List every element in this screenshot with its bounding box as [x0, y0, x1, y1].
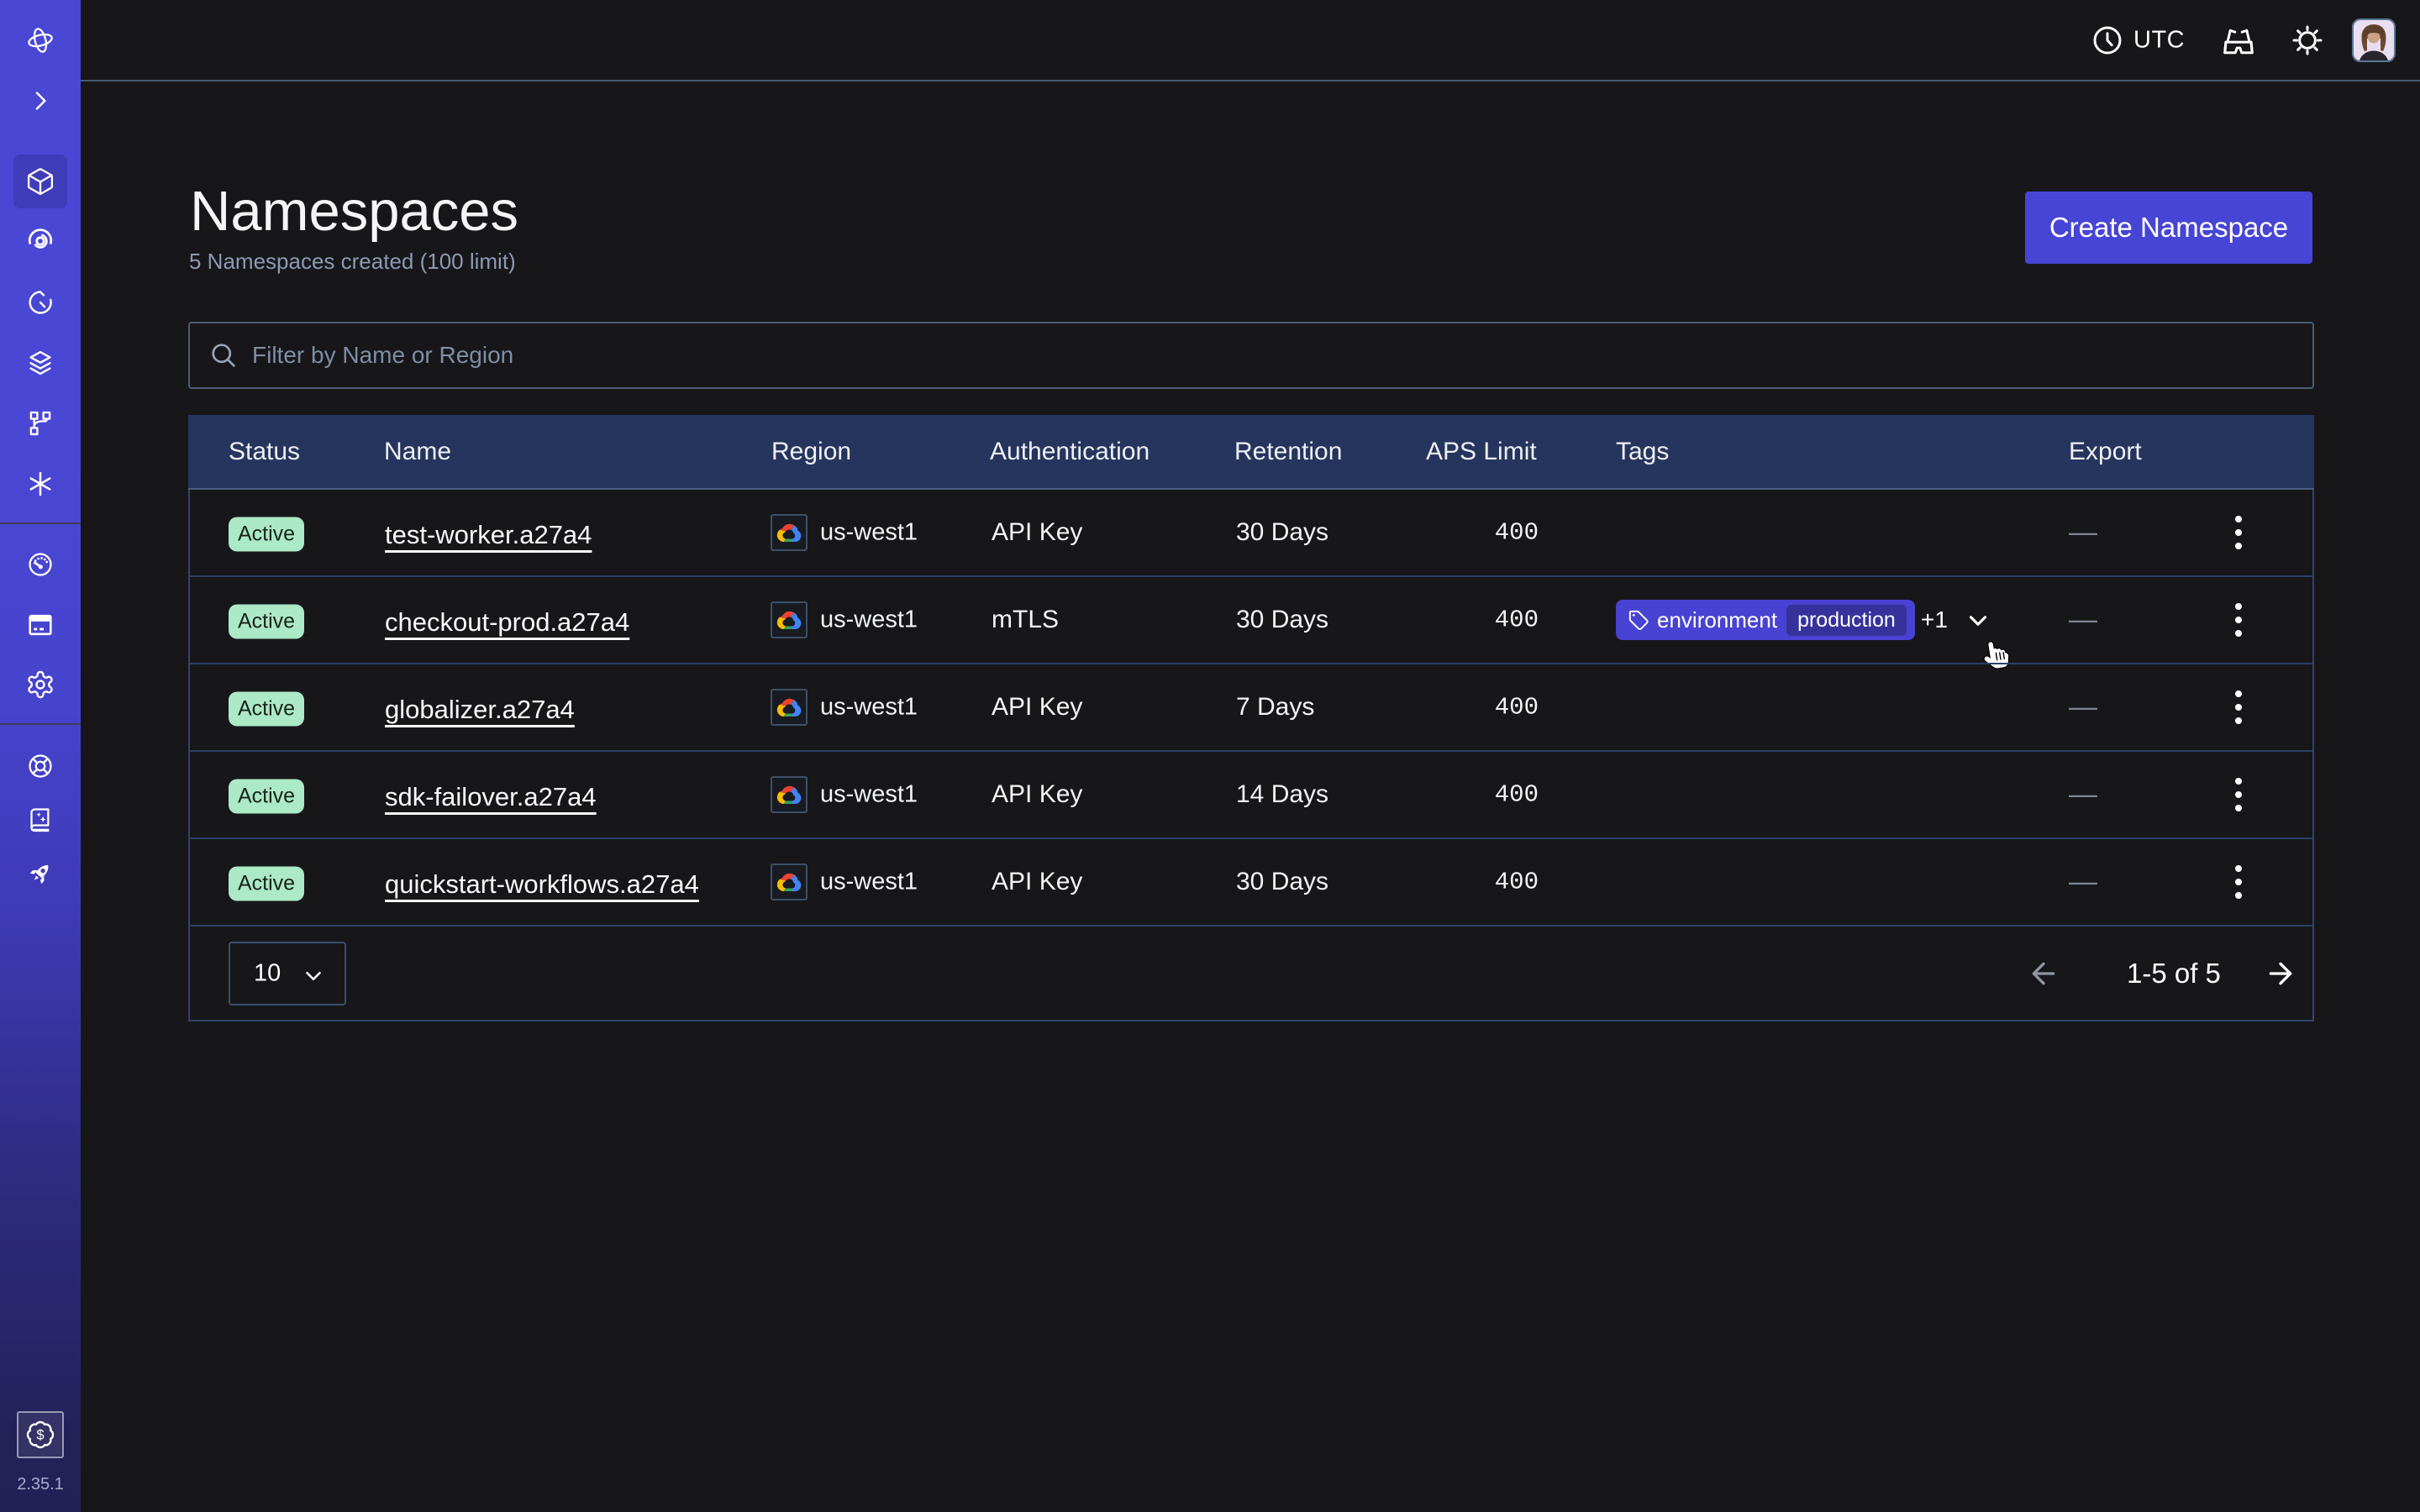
svg-text:$: $ [36, 1428, 44, 1443]
